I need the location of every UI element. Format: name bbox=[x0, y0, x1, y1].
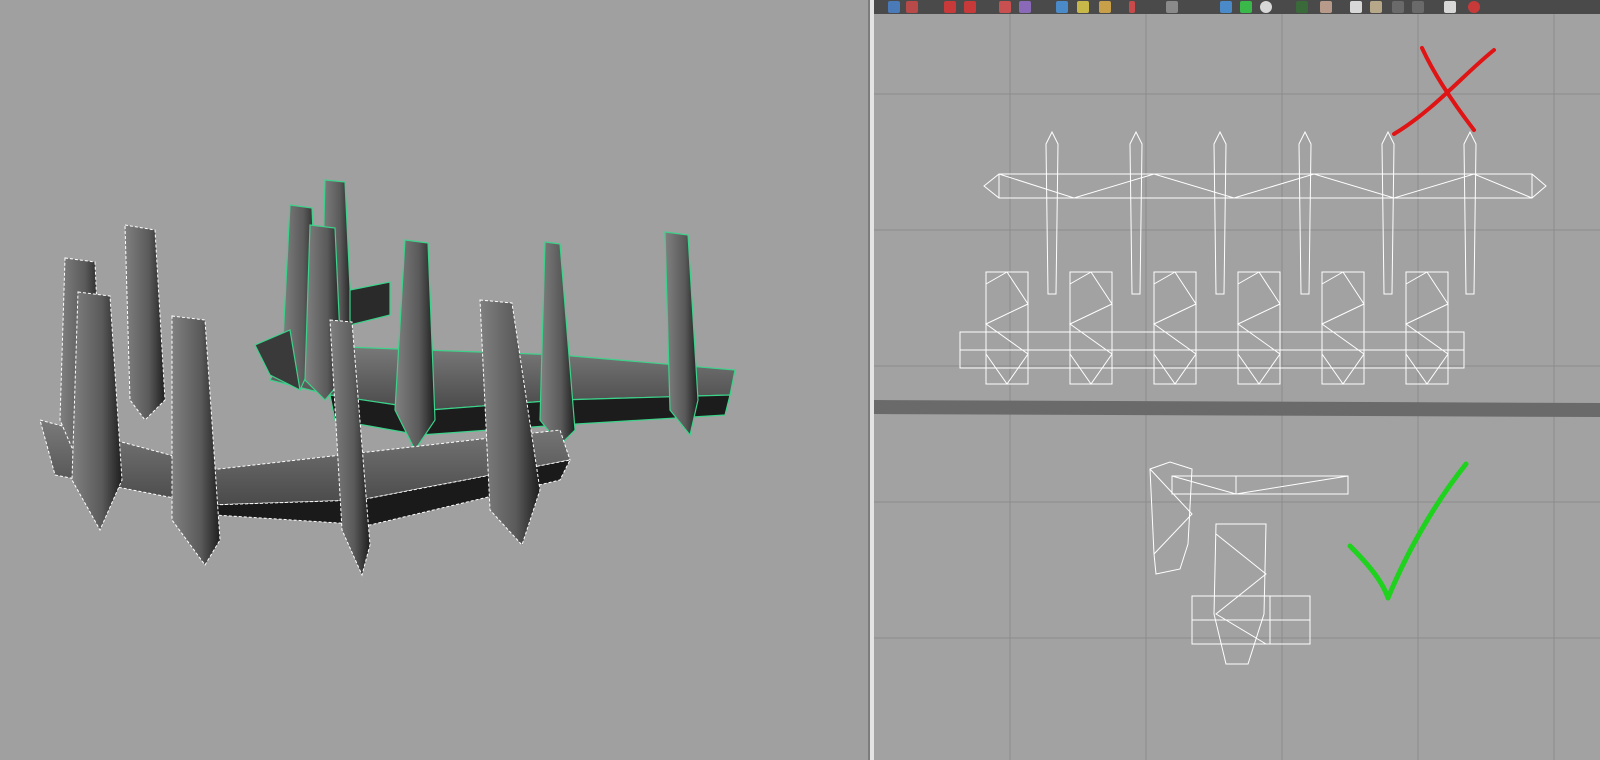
snap-icon[interactable] bbox=[1077, 1, 1089, 13]
perspective-viewport[interactable] bbox=[0, 0, 870, 760]
layout-icon[interactable] bbox=[1099, 1, 1111, 13]
incorrect-mark bbox=[1392, 46, 1496, 136]
settings-icon[interactable] bbox=[1370, 1, 1382, 13]
correct-mark bbox=[1347, 461, 1469, 601]
close-icon[interactable] bbox=[1468, 1, 1480, 13]
sew-icon[interactable] bbox=[1019, 1, 1031, 13]
pixel-icon[interactable] bbox=[1350, 1, 1362, 13]
shaded-icon[interactable] bbox=[1296, 1, 1308, 13]
uv-shells-bad[interactable] bbox=[959, 130, 1547, 385]
dim-icon[interactable] bbox=[1320, 1, 1332, 13]
uv-canvas[interactable] bbox=[874, 14, 1600, 760]
arrow-icon[interactable] bbox=[1166, 1, 1178, 13]
frame-icon[interactable] bbox=[906, 1, 918, 13]
cut-icon[interactable] bbox=[999, 1, 1011, 13]
image-icon[interactable] bbox=[1220, 1, 1232, 13]
flip-v-icon[interactable] bbox=[964, 1, 976, 13]
copy-icon[interactable] bbox=[1412, 1, 1424, 13]
mesh-render[interactable] bbox=[0, 0, 870, 760]
paste-icon[interactable] bbox=[1444, 1, 1456, 13]
uv-texture-editor[interactable] bbox=[874, 0, 1600, 760]
uv-grid bbox=[874, 14, 1600, 760]
color-icon[interactable] bbox=[1260, 1, 1272, 13]
flip-u-icon[interactable] bbox=[944, 1, 956, 13]
distribute-icon[interactable] bbox=[1129, 1, 1135, 13]
checker-icon[interactable] bbox=[1240, 1, 1252, 13]
separator-stroke bbox=[874, 400, 1600, 417]
uv-shells-good[interactable] bbox=[1149, 461, 1349, 665]
grid-icon[interactable] bbox=[888, 1, 900, 13]
uv-toolbar bbox=[874, 0, 1600, 14]
isolate-icon[interactable] bbox=[1392, 1, 1404, 13]
move-icon[interactable] bbox=[1056, 1, 1068, 13]
